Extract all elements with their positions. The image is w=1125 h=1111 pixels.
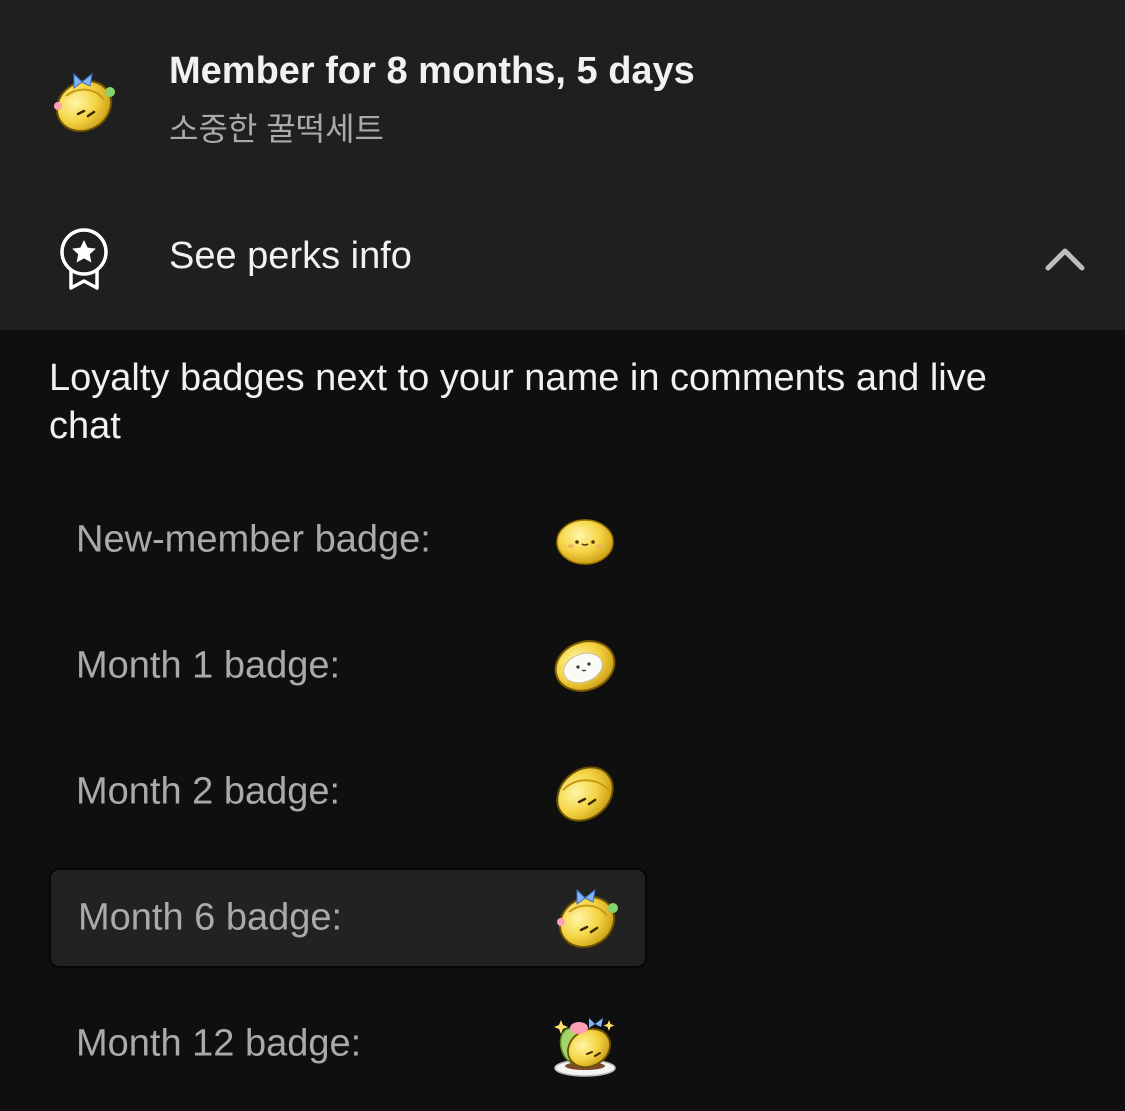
membership-level-name: 소중한 꿀떡세트 bbox=[169, 111, 384, 147]
badge-row-month-12: Month 12 badge: bbox=[49, 994, 647, 1094]
badge-label: New-member badge: bbox=[76, 518, 431, 561]
badge-label: Month 6 badge: bbox=[78, 896, 343, 939]
new-member-badge-icon bbox=[556, 519, 614, 565]
badge-row-month-6: Month 6 badge: bbox=[49, 868, 647, 968]
badge-label: Month 1 badge: bbox=[76, 644, 341, 687]
badge-row-month-1: Month 1 badge: bbox=[49, 616, 647, 716]
chevron-up-icon[interactable] bbox=[1044, 244, 1086, 272]
badge-label: Month 12 badge: bbox=[76, 1022, 362, 1065]
month-1-badge-icon bbox=[554, 640, 616, 692]
see-perks-toggle[interactable]: See perks info bbox=[0, 200, 1125, 320]
membership-badge-icon bbox=[54, 72, 115, 133]
month-6-badge-icon bbox=[557, 888, 618, 949]
perk-description: Loyalty badges next to your name in comm… bbox=[49, 357, 987, 447]
badge-label: Month 2 badge: bbox=[76, 770, 341, 813]
badge-row-new-member: New-member badge: bbox=[49, 490, 647, 590]
month-12-badge-icon bbox=[554, 1018, 616, 1077]
month-2-badge-icon bbox=[556, 766, 614, 822]
membership-header: Member for 8 months, 5 days 소중한 꿀떡세트 See… bbox=[0, 0, 1125, 330]
award-icon bbox=[60, 228, 108, 290]
see-perks-label: See perks info bbox=[169, 235, 412, 277]
badge-row-month-2: Month 2 badge: bbox=[49, 742, 647, 842]
membership-duration: Member for 8 months, 5 days bbox=[169, 50, 695, 92]
